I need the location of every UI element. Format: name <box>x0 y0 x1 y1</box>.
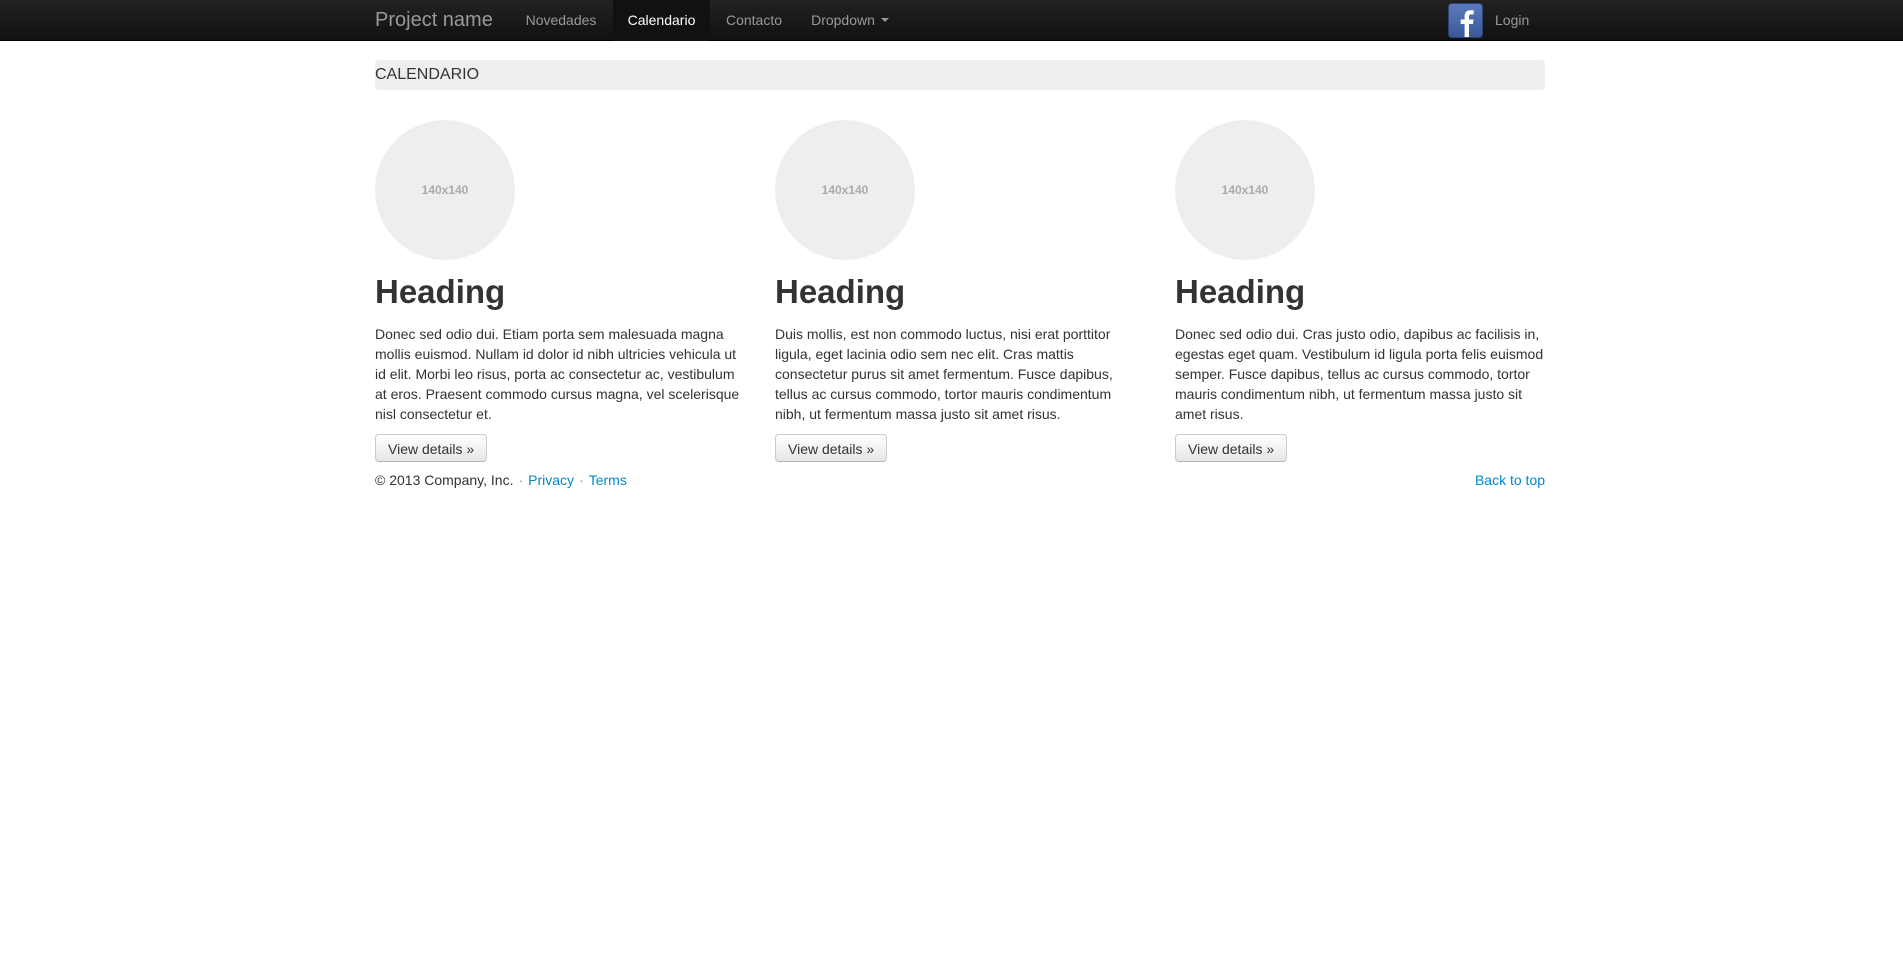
placeholder-image: 140x140 <box>375 120 515 260</box>
caret-down-icon <box>880 18 889 23</box>
placeholder-label: 140x140 <box>1221 183 1269 197</box>
feature-column: 140x140 Heading Donec sed odio dui. Etia… <box>375 120 745 462</box>
footer-separator: · <box>518 472 524 488</box>
view-details-button[interactable]: View details » <box>775 434 888 462</box>
view-details-button[interactable]: View details » <box>1175 434 1288 462</box>
nav-item-novedades[interactable]: Novedades <box>515 0 607 41</box>
nav-item-label: Calendario <box>627 12 696 28</box>
nav-item-label: Novedades <box>525 12 597 28</box>
nav-item-dropdown[interactable]: Dropdown <box>801 0 899 41</box>
column-text: Duis mollis, est non commodo luctus, nis… <box>775 326 1113 422</box>
placeholder-label: 140x140 <box>821 183 869 197</box>
terms-link[interactable]: Terms <box>589 472 627 488</box>
footer-separator: · <box>579 472 584 488</box>
privacy-link[interactable]: Privacy <box>528 472 574 488</box>
placeholder-label: 140x140 <box>421 183 469 197</box>
feature-column: 140x140 Heading Duis mollis, est non com… <box>775 120 1145 462</box>
feature-column: 140x140 Heading Donec sed odio dui. Cras… <box>1175 120 1545 462</box>
back-to-top-link[interactable]: Back to top <box>1475 470 1545 490</box>
brand-link[interactable]: Project name <box>375 0 493 41</box>
nav-item-label: Dropdown <box>811 12 875 28</box>
placeholder-image: 140x140 <box>775 120 915 260</box>
login-link[interactable]: Login <box>1495 0 1529 41</box>
footer: © 2013 Company, Inc. · Privacy · Terms Back … <box>375 470 1545 490</box>
column-heading: Heading <box>775 273 906 310</box>
top-navbar: Project name Novedades Calendario Contac… <box>0 0 1903 41</box>
page-title: CALENDARIO <box>375 66 480 83</box>
column-text: Donec sed odio dui. Etiam porta sem male… <box>375 326 740 422</box>
view-details-button[interactable]: View details » <box>375 434 488 462</box>
column-heading: Heading <box>1175 273 1306 310</box>
nav-item-label: Contacto <box>725 12 783 28</box>
facebook-icon[interactable] <box>1448 3 1483 38</box>
placeholder-image: 140x140 <box>1175 120 1315 260</box>
page-title-bar: CALENDARIO <box>375 60 1545 90</box>
column-heading: Heading <box>375 273 506 310</box>
column-text: Donec sed odio dui. Cras justo odio, dap… <box>1175 326 1544 422</box>
nav-item-calendario[interactable]: Calendario <box>613 0 710 41</box>
copyright-text: © 2013 Company, Inc. <box>375 472 514 488</box>
nav-item-contacto[interactable]: Contacto <box>712 0 796 41</box>
